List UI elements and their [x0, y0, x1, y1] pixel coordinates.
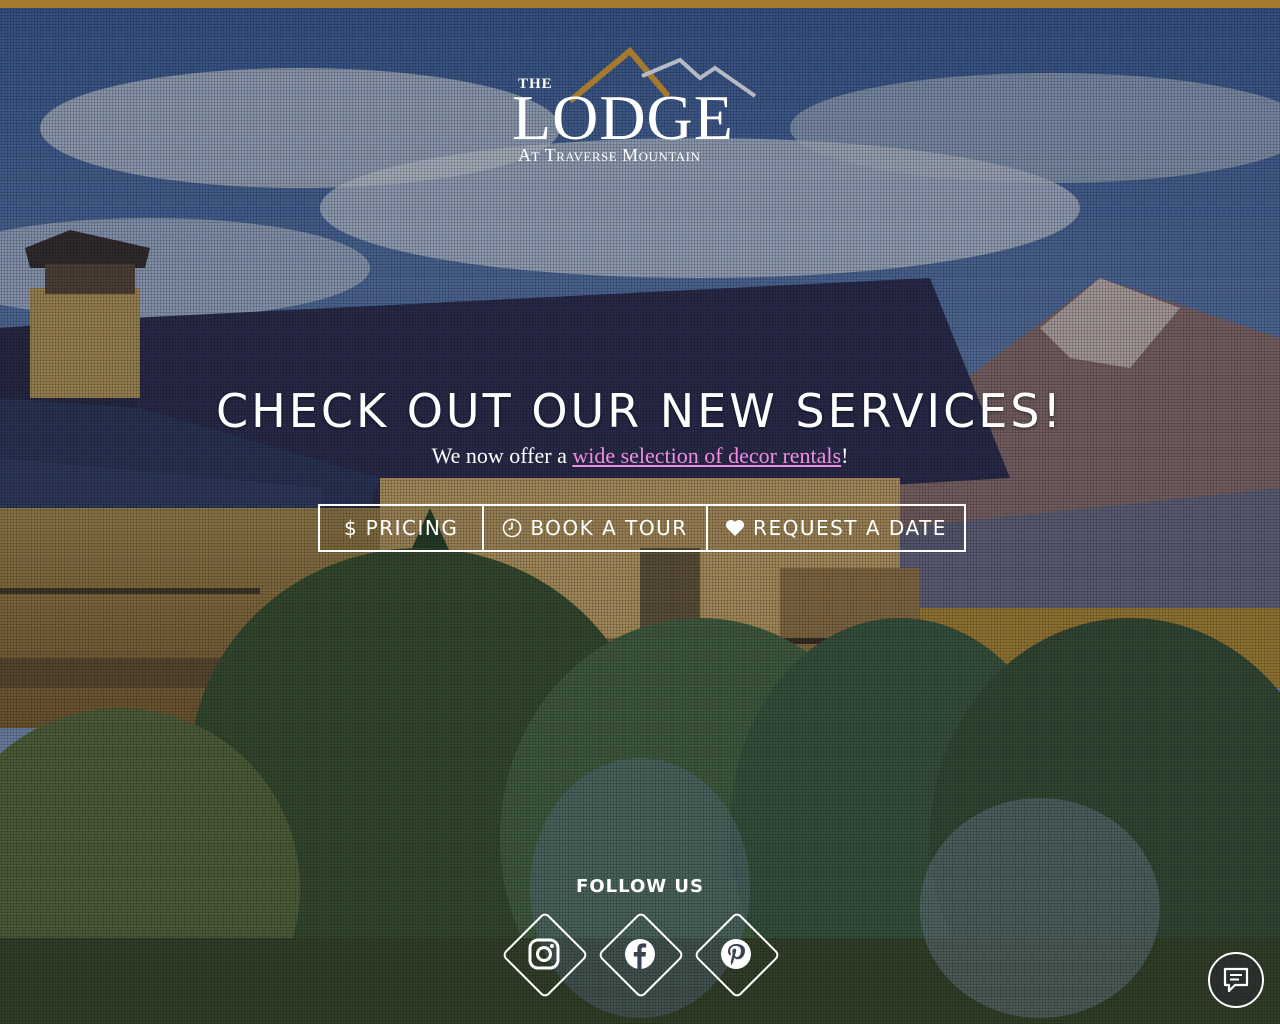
logo-lodge: LODGE	[512, 82, 734, 153]
dollar-icon: $	[344, 517, 358, 539]
top-accent-bar	[0, 0, 1280, 8]
follow-us-heading: FOLLOW US	[576, 876, 704, 897]
facebook-icon	[625, 939, 655, 969]
decor-rentals-link[interactable]: wide selection of decor rentals	[572, 443, 841, 468]
hero-headline: CHECK OUT OUR NEW SERVICES!	[216, 384, 1064, 438]
subline-end: !	[841, 443, 849, 468]
chat-widget-button[interactable]	[1208, 952, 1264, 1008]
pricing-button[interactable]: $ PRICING	[318, 504, 484, 552]
instagram-link[interactable]	[501, 911, 589, 999]
request-date-button[interactable]: REQUEST A DATE	[706, 504, 966, 552]
hero-subline: We now offer a wide selection of decor r…	[0, 443, 1280, 469]
book-tour-label: BOOK A TOUR	[530, 516, 688, 540]
cta-button-group: $ PRICING BOOK A TOUR REQUEST A DATE	[318, 504, 966, 552]
pinterest-link[interactable]	[693, 911, 781, 999]
pinterest-icon	[721, 939, 751, 969]
facebook-link[interactable]	[597, 911, 685, 999]
subline-text: We now offer a	[431, 443, 573, 468]
svg-text:$: $	[344, 517, 358, 539]
request-date-label: REQUEST A DATE	[753, 516, 947, 540]
logo-subtitle: At Traverse Mountain	[518, 145, 701, 165]
chat-icon	[1223, 967, 1249, 993]
heart-icon	[725, 519, 745, 537]
book-tour-button[interactable]: BOOK A TOUR	[482, 504, 708, 552]
pricing-label: PRICING	[365, 516, 459, 540]
clock-icon	[502, 518, 522, 538]
site-logo[interactable]: THE LODGE At Traverse Mountain	[510, 40, 772, 170]
instagram-icon	[528, 938, 560, 970]
